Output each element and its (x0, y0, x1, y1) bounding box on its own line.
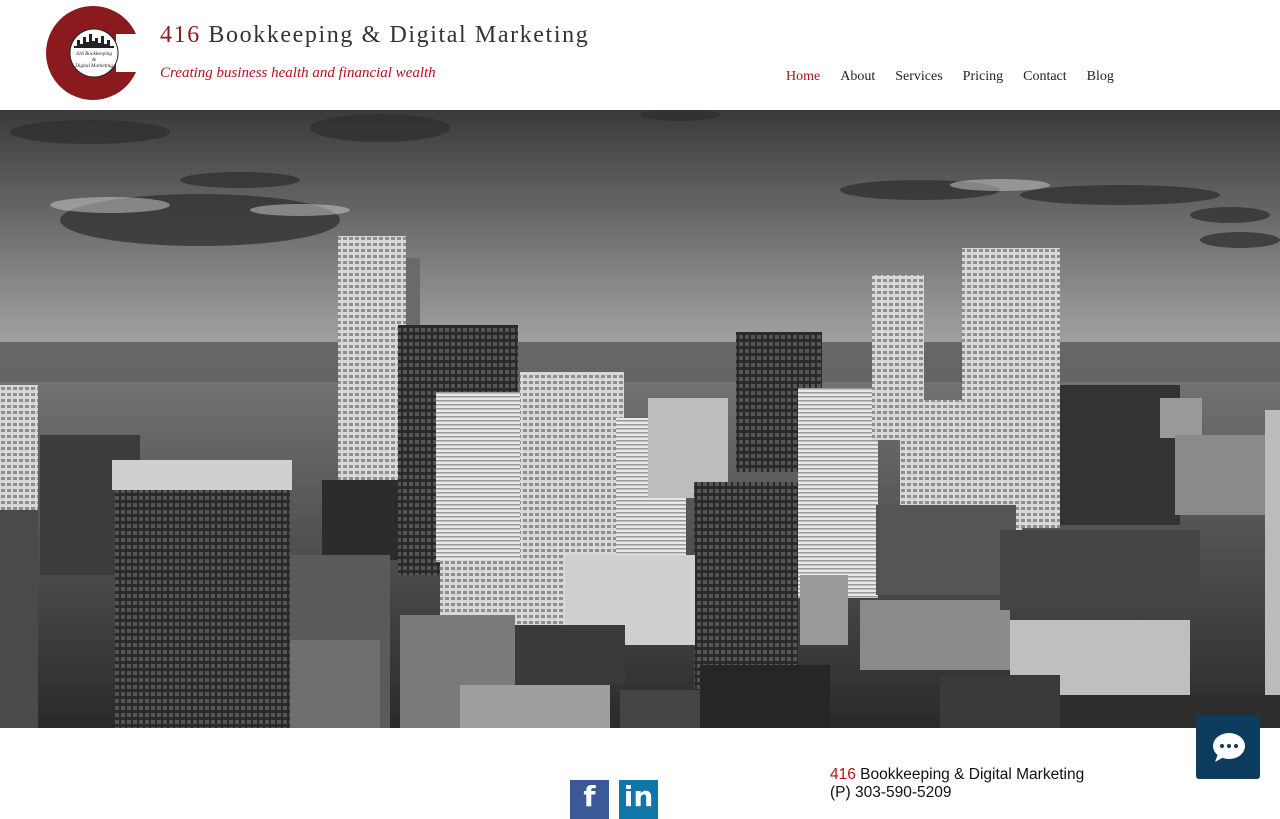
main-nav: Home About Services Pricing Contact Blog (776, 67, 1124, 87)
logo-icon: 416 Bookkeeping & Digital Marketing (46, 6, 146, 100)
tagline: Creating business health and financial w… (160, 65, 436, 81)
logo-text-1: 416 Bookkeeping (76, 50, 112, 57)
nav-blog[interactable]: Blog (1077, 67, 1124, 87)
footer-phone: (P) 303-590-5209 (830, 784, 952, 801)
footer-contact: 416 Bookkeeping & Digital Marketing (P) … (830, 766, 1084, 802)
site-title[interactable]: 416 Bookkeeping & Digital Marketing (160, 22, 589, 49)
site-title-number: 416 (160, 22, 201, 48)
city-skyline-photo (0, 110, 1280, 728)
nav-about[interactable]: About (830, 67, 885, 87)
site-footer: f in 416 Bookkeeping & Digital Marketing… (0, 728, 1280, 819)
footer-company: 416 Bookkeeping & Digital Marketing (830, 766, 1084, 784)
footer-company-rest: Bookkeeping & Digital Marketing (855, 766, 1085, 783)
nav-services[interactable]: Services (885, 67, 952, 87)
site-header: 416 Bookkeeping & Digital Marketing 416 … (0, 0, 1280, 110)
logo-text-3: Digital Marketing (74, 63, 113, 69)
chat-button[interactable] (1196, 715, 1260, 779)
logo[interactable]: 416 Bookkeeping & Digital Marketing (44, 4, 146, 102)
chat-bubble-icon (1213, 733, 1245, 762)
site-title-rest: Bookkeeping & Digital Marketing (200, 22, 590, 48)
hero-image (0, 110, 1280, 728)
footer-company-number: 416 (830, 766, 856, 783)
nav-home[interactable]: Home (776, 67, 830, 87)
nav-pricing[interactable]: Pricing (953, 67, 1013, 87)
nav-contact[interactable]: Contact (1013, 67, 1077, 87)
